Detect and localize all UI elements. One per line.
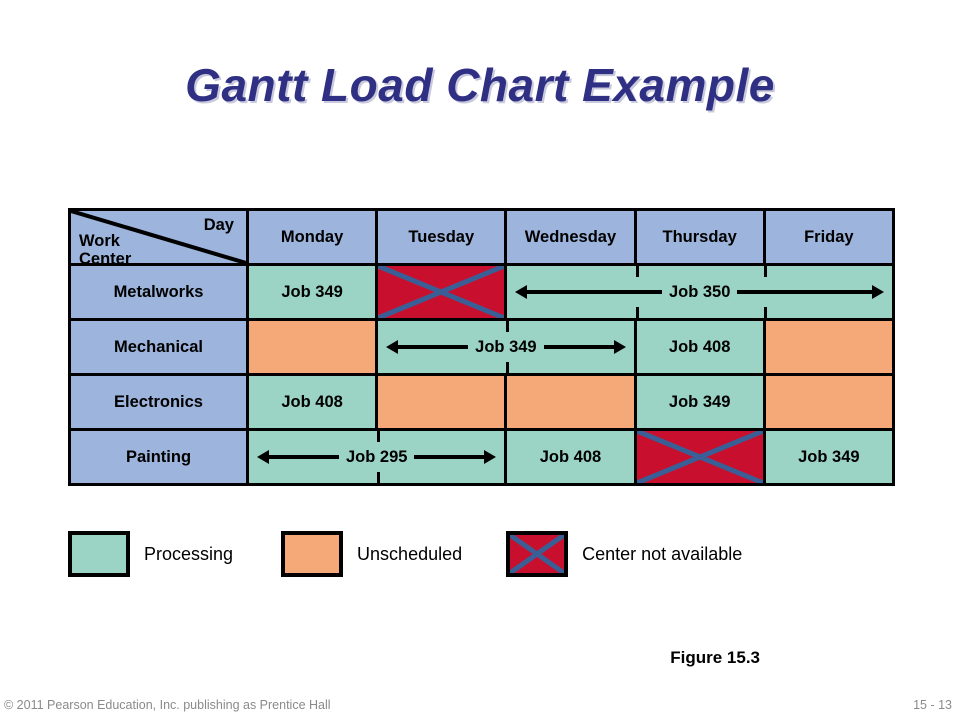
column-tick-divider	[635, 267, 639, 277]
row-label-metalworks: Metalworks	[68, 263, 249, 321]
arrow-left-icon	[257, 450, 339, 464]
cell-metalworks-monday: Job 349	[245, 263, 379, 321]
job-label: Job 350	[668, 282, 731, 301]
figure-caption: Figure 15.3	[670, 648, 760, 667]
arrow-left-icon	[515, 285, 662, 299]
job-label: Job 408	[281, 392, 343, 411]
center-not-available-x-icon	[637, 431, 763, 483]
column-tick-divider	[505, 362, 509, 372]
table-row: Metalworks Job 349 Job 350	[68, 263, 895, 321]
cell-painting-thursday	[633, 428, 766, 486]
row-label-electronics: Electronics	[68, 373, 249, 431]
arrow-left-icon	[386, 340, 469, 354]
cell-electronics-friday	[762, 373, 895, 431]
cell-painting-wednesday: Job 408	[504, 428, 637, 486]
column-tick-divider	[505, 322, 509, 332]
cell-mechanical-friday	[762, 318, 895, 376]
job-label: Job 349	[798, 447, 860, 466]
center-not-available-x-icon	[378, 266, 504, 318]
column-tick-divider	[376, 432, 380, 442]
legend-label-unscheduled: Unscheduled	[357, 543, 463, 564]
table-row: Mechanical Job 349 Job 408	[68, 318, 895, 376]
column-axis-label: Day	[203, 216, 234, 234]
job-bar: Job 350	[509, 268, 891, 317]
table-body: Metalworks Job 349 Job 350 Mechanical Job 34…	[68, 263, 895, 486]
column-header-thursday: Thursday	[633, 208, 766, 266]
legend-item-processing: Processing	[68, 531, 233, 577]
cell-metalworks-tuesday	[375, 263, 508, 321]
table-row: Electronics Job 408 Job 349	[68, 373, 895, 431]
legend-swatch-processing	[68, 531, 130, 577]
chart-legend: Processing Unscheduled Center not availabl…	[68, 531, 908, 577]
column-header-wednesday: Wednesday	[504, 208, 637, 266]
cell-mechanical-thursday: Job 408	[633, 318, 766, 376]
column-tick-divider	[635, 307, 639, 317]
cell-painting-friday: Job 349	[762, 428, 895, 486]
table-row: Painting Job 295 Job 408 Job 349	[68, 428, 895, 486]
column-tick-divider	[376, 472, 380, 482]
gantt-table: Day Work Center Monday Tuesday Wednesday…	[68, 208, 895, 486]
page-title: Gantt Load Chart Example	[185, 59, 775, 111]
column-tick-divider	[763, 267, 767, 277]
cell-electronics-wednesday	[504, 373, 637, 431]
column-tick-divider	[763, 307, 767, 317]
legend-item-unscheduled: Unscheduled	[281, 531, 462, 577]
job-label: Job 408	[539, 447, 602, 466]
cell-electronics-monday: Job 408	[245, 373, 379, 431]
column-header-friday: Friday	[762, 208, 895, 266]
column-header-tuesday: Tuesday	[375, 208, 508, 266]
row-label-mechanical: Mechanical	[68, 318, 249, 376]
copyright-notice: © 2011 Pearson Education, Inc. publishin…	[4, 698, 331, 712]
legend-swatch-unavailable	[506, 531, 569, 577]
gantt-load-chart: Day Work Center Monday Tuesday Wednesday…	[68, 208, 895, 486]
legend-label-processing: Processing	[144, 543, 234, 564]
job-label: Job 349	[668, 392, 731, 411]
axis-corner-cell: Day Work Center	[68, 208, 249, 266]
cell-painting-monday: Job 295	[245, 428, 508, 486]
arrow-right-icon	[737, 285, 884, 299]
legend-label-unavailable: Center not available	[582, 543, 743, 564]
job-label: Job 349	[281, 282, 343, 301]
arrow-right-icon	[414, 450, 497, 464]
job-label: Job 349	[475, 337, 537, 356]
cell-mechanical-tuesday: Job 349	[375, 318, 637, 376]
legend-item-unavailable: Center not available	[506, 531, 742, 577]
legend-swatch-unscheduled	[281, 531, 344, 577]
row-axis-label: Work Center	[79, 232, 132, 265]
row-label-painting: Painting	[68, 428, 249, 486]
cell-metalworks-wednesday: Job 350	[504, 263, 895, 321]
cell-electronics-thursday: Job 349	[633, 373, 766, 431]
cell-electronics-tuesday	[375, 373, 508, 431]
cell-mechanical-monday	[245, 318, 379, 376]
arrow-right-icon	[543, 340, 626, 354]
column-header-monday: Monday	[245, 208, 379, 266]
row-axis-label-line2: Center	[79, 249, 132, 265]
row-axis-label-line1: Work	[79, 232, 120, 250]
slide-number: 15 - 13	[913, 698, 952, 712]
center-not-available-x-icon	[510, 535, 564, 573]
job-label: Job 295	[345, 447, 408, 466]
table-header-row: Day Work Center Monday Tuesday Wednesday…	[68, 208, 895, 266]
job-label: Job 408	[668, 337, 731, 356]
